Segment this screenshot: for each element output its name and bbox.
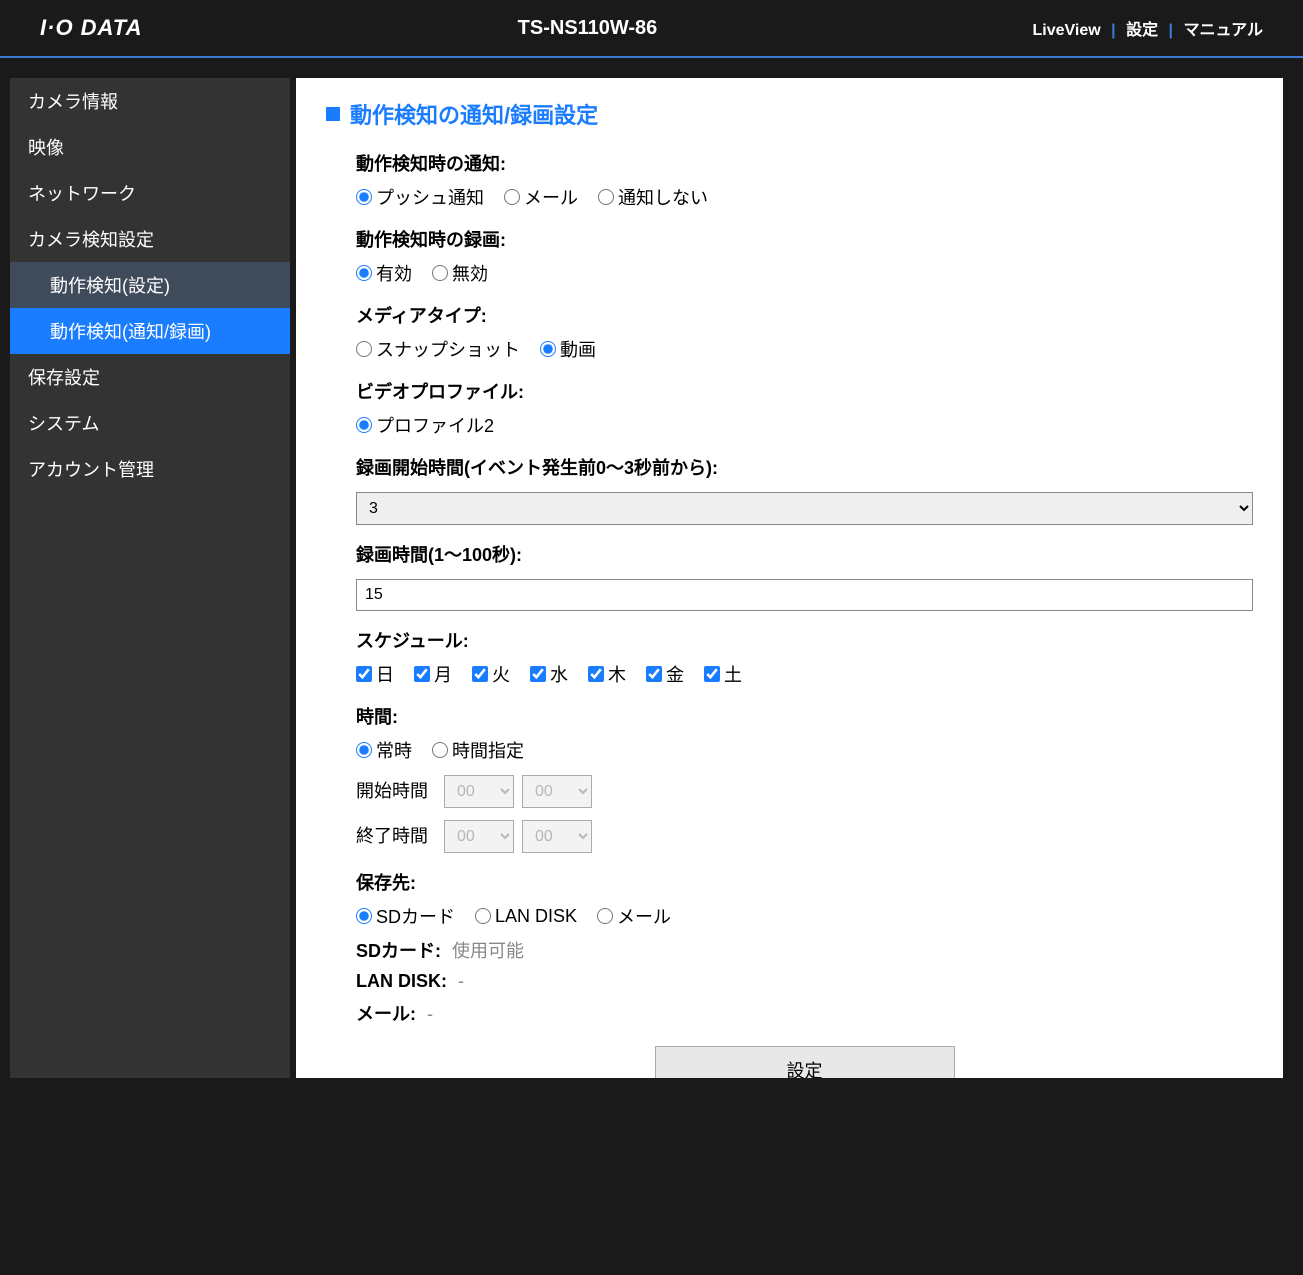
end-hour-select[interactable]: 00 (444, 820, 514, 853)
schedule-label: スケジュール: (356, 627, 1253, 653)
notify-none[interactable]: 通知しない (598, 184, 708, 210)
prerecord-label: 録画開始時間(イベント発生前0〜3秒前から): (356, 454, 1253, 480)
notify-push-radio[interactable] (356, 189, 372, 205)
record-off[interactable]: 無効 (432, 260, 488, 286)
day-sun[interactable]: 日 (356, 661, 394, 687)
dest-landisk[interactable]: LAN DISK (475, 906, 577, 927)
sidebar-item-account[interactable]: アカウント管理 (10, 446, 290, 492)
sidebar-item-system[interactable]: システム (10, 400, 290, 446)
day-tue[interactable]: 火 (472, 661, 510, 687)
settings-link[interactable]: 設定 (1126, 22, 1158, 39)
dest-sd[interactable]: SDカード (356, 903, 455, 929)
section-title: 動作検知の通知/録画設定 (326, 98, 1253, 130)
header-links: LiveView | 設定 | マニュアル (1032, 16, 1263, 40)
dest-mail[interactable]: メール (597, 903, 671, 929)
sd-status-value: 使用可能 (452, 941, 524, 961)
end-time-label: 終了時間 (356, 822, 436, 848)
sidebar-item-camera-info[interactable]: カメラ情報 (10, 78, 290, 124)
section-title-text: 動作検知の通知/録画設定 (350, 98, 598, 130)
sd-status: SDカード: 使用可能 (356, 937, 1253, 963)
time-always-radio[interactable] (356, 742, 372, 758)
dest-sd-radio[interactable] (356, 908, 372, 924)
notify-none-radio[interactable] (598, 189, 614, 205)
separator: | (1169, 22, 1173, 39)
mail-status-value: - (427, 1004, 433, 1024)
landisk-status-label: LAN DISK: (356, 971, 447, 991)
day-fri-check[interactable] (646, 666, 662, 682)
media-video[interactable]: 動画 (540, 336, 596, 362)
day-sun-check[interactable] (356, 666, 372, 682)
day-mon-check[interactable] (414, 666, 430, 682)
day-sat-check[interactable] (704, 666, 720, 682)
day-mon[interactable]: 月 (414, 661, 452, 687)
dest-landisk-radio[interactable] (475, 908, 491, 924)
duration-label: 録画時間(1〜100秒): (356, 541, 1253, 567)
duration-input[interactable] (356, 579, 1253, 611)
start-time-label: 開始時間 (356, 777, 436, 803)
sidebar-item-storage[interactable]: 保存設定 (10, 354, 290, 400)
media-snapshot-radio[interactable] (356, 341, 372, 357)
sidebar-sub-motion-settings[interactable]: 動作検知(設定) (10, 262, 290, 308)
day-thu[interactable]: 木 (588, 661, 626, 687)
time-specify[interactable]: 時間指定 (432, 737, 524, 763)
record-on-radio[interactable] (356, 265, 372, 281)
separator: | (1111, 22, 1115, 39)
time-specify-radio[interactable] (432, 742, 448, 758)
record-label: 動作検知時の録画: (356, 226, 1253, 252)
profile-2[interactable]: プロファイル2 (356, 412, 494, 438)
logo: I·O DATA (40, 15, 143, 41)
header: I·O DATA TS-NS110W-86 LiveView | 設定 | マニ… (0, 0, 1303, 58)
media-video-radio[interactable] (540, 341, 556, 357)
landisk-status: LAN DISK: - (356, 971, 1253, 992)
profile-label: ビデオプロファイル: (356, 378, 1253, 404)
sidebar-item-network[interactable]: ネットワーク (10, 170, 290, 216)
end-min-select[interactable]: 00 (522, 820, 592, 853)
mail-status-label: メール: (356, 1004, 416, 1024)
sidebar-item-detection[interactable]: カメラ検知設定 (10, 216, 290, 262)
day-sat[interactable]: 土 (704, 661, 742, 687)
start-min-select[interactable]: 00 (522, 775, 592, 808)
time-label: 時間: (356, 703, 1253, 729)
record-on[interactable]: 有効 (356, 260, 412, 286)
time-always[interactable]: 常時 (356, 737, 412, 763)
landisk-status-value: - (458, 971, 464, 991)
day-wed[interactable]: 水 (530, 661, 568, 687)
device-title: TS-NS110W-86 (143, 17, 1033, 40)
profile-2-radio[interactable] (356, 417, 372, 433)
notify-mail[interactable]: メール (504, 184, 578, 210)
day-thu-check[interactable] (588, 666, 604, 682)
prerecord-select[interactable]: 3 (356, 492, 1253, 525)
notify-label: 動作検知時の通知: (356, 150, 1253, 176)
media-snapshot[interactable]: スナップショット (356, 336, 520, 362)
start-hour-select[interactable]: 00 (444, 775, 514, 808)
mail-status: メール: - (356, 1000, 1253, 1026)
manual-link[interactable]: マニュアル (1183, 22, 1263, 39)
sidebar: カメラ情報 映像 ネットワーク カメラ検知設定 動作検知(設定) 動作検知(通知… (10, 78, 290, 1078)
media-label: メディアタイプ: (356, 302, 1253, 328)
day-fri[interactable]: 金 (646, 661, 684, 687)
record-off-radio[interactable] (432, 265, 448, 281)
day-wed-check[interactable] (530, 666, 546, 682)
submit-button[interactable]: 設定 (655, 1046, 955, 1078)
sidebar-item-video[interactable]: 映像 (10, 124, 290, 170)
notify-mail-radio[interactable] (504, 189, 520, 205)
sidebar-sub-motion-notify[interactable]: 動作検知(通知/録画) (10, 308, 290, 354)
liveview-link[interactable]: LiveView (1032, 22, 1100, 39)
notify-push[interactable]: プッシュ通知 (356, 184, 484, 210)
dest-mail-radio[interactable] (597, 908, 613, 924)
sd-status-label: SDカード: (356, 941, 441, 961)
day-tue-check[interactable] (472, 666, 488, 682)
dest-label: 保存先: (356, 869, 1253, 895)
main-panel: 動作検知の通知/録画設定 動作検知時の通知: プッシュ通知 メール 通知しない … (296, 78, 1283, 1078)
